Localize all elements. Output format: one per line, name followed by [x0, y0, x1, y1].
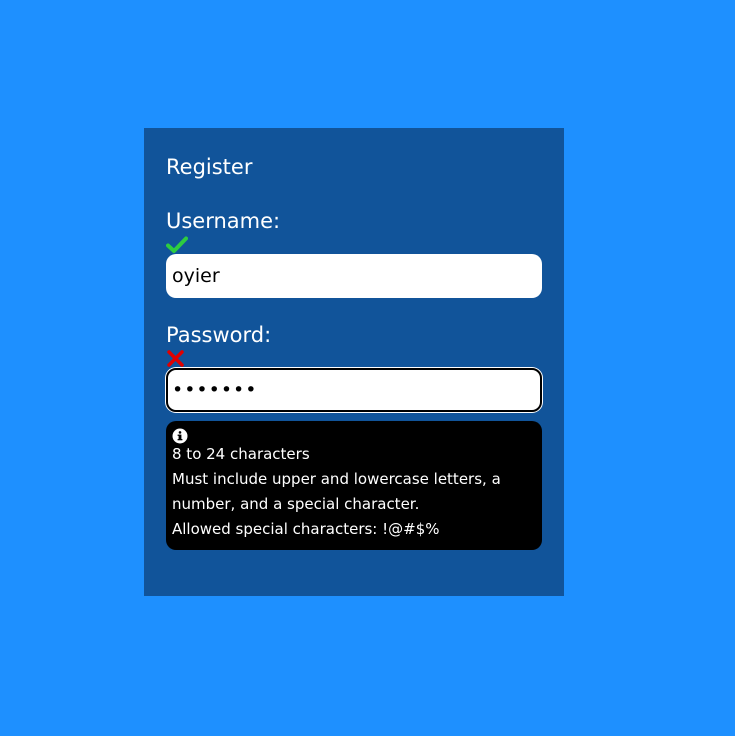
info-circle-icon [172, 427, 188, 444]
username-label: Username: [166, 209, 281, 233]
hint-line-case: Must include upper and lowercase letters… [172, 470, 501, 488]
hint-line-special: Allowed special characters: !@#$% [172, 520, 440, 538]
hint-line-length: 8 to 24 characters [172, 445, 310, 463]
username-value: oyier [172, 265, 220, 287]
password-hint: 8 to 24 characters Must include upper an… [166, 421, 542, 550]
check-icon [166, 236, 188, 254]
register-form: Register Username: oyier Password: •••••… [144, 128, 564, 596]
password-input[interactable]: ••••••• [166, 368, 542, 412]
password-label: Password: [166, 323, 272, 347]
form-title: Register [166, 155, 253, 179]
username-input[interactable]: oyier [166, 254, 542, 298]
hint-line-number: number, and a special character. [172, 495, 420, 513]
cross-icon [166, 350, 188, 368]
password-value: ••••••• [172, 379, 258, 401]
